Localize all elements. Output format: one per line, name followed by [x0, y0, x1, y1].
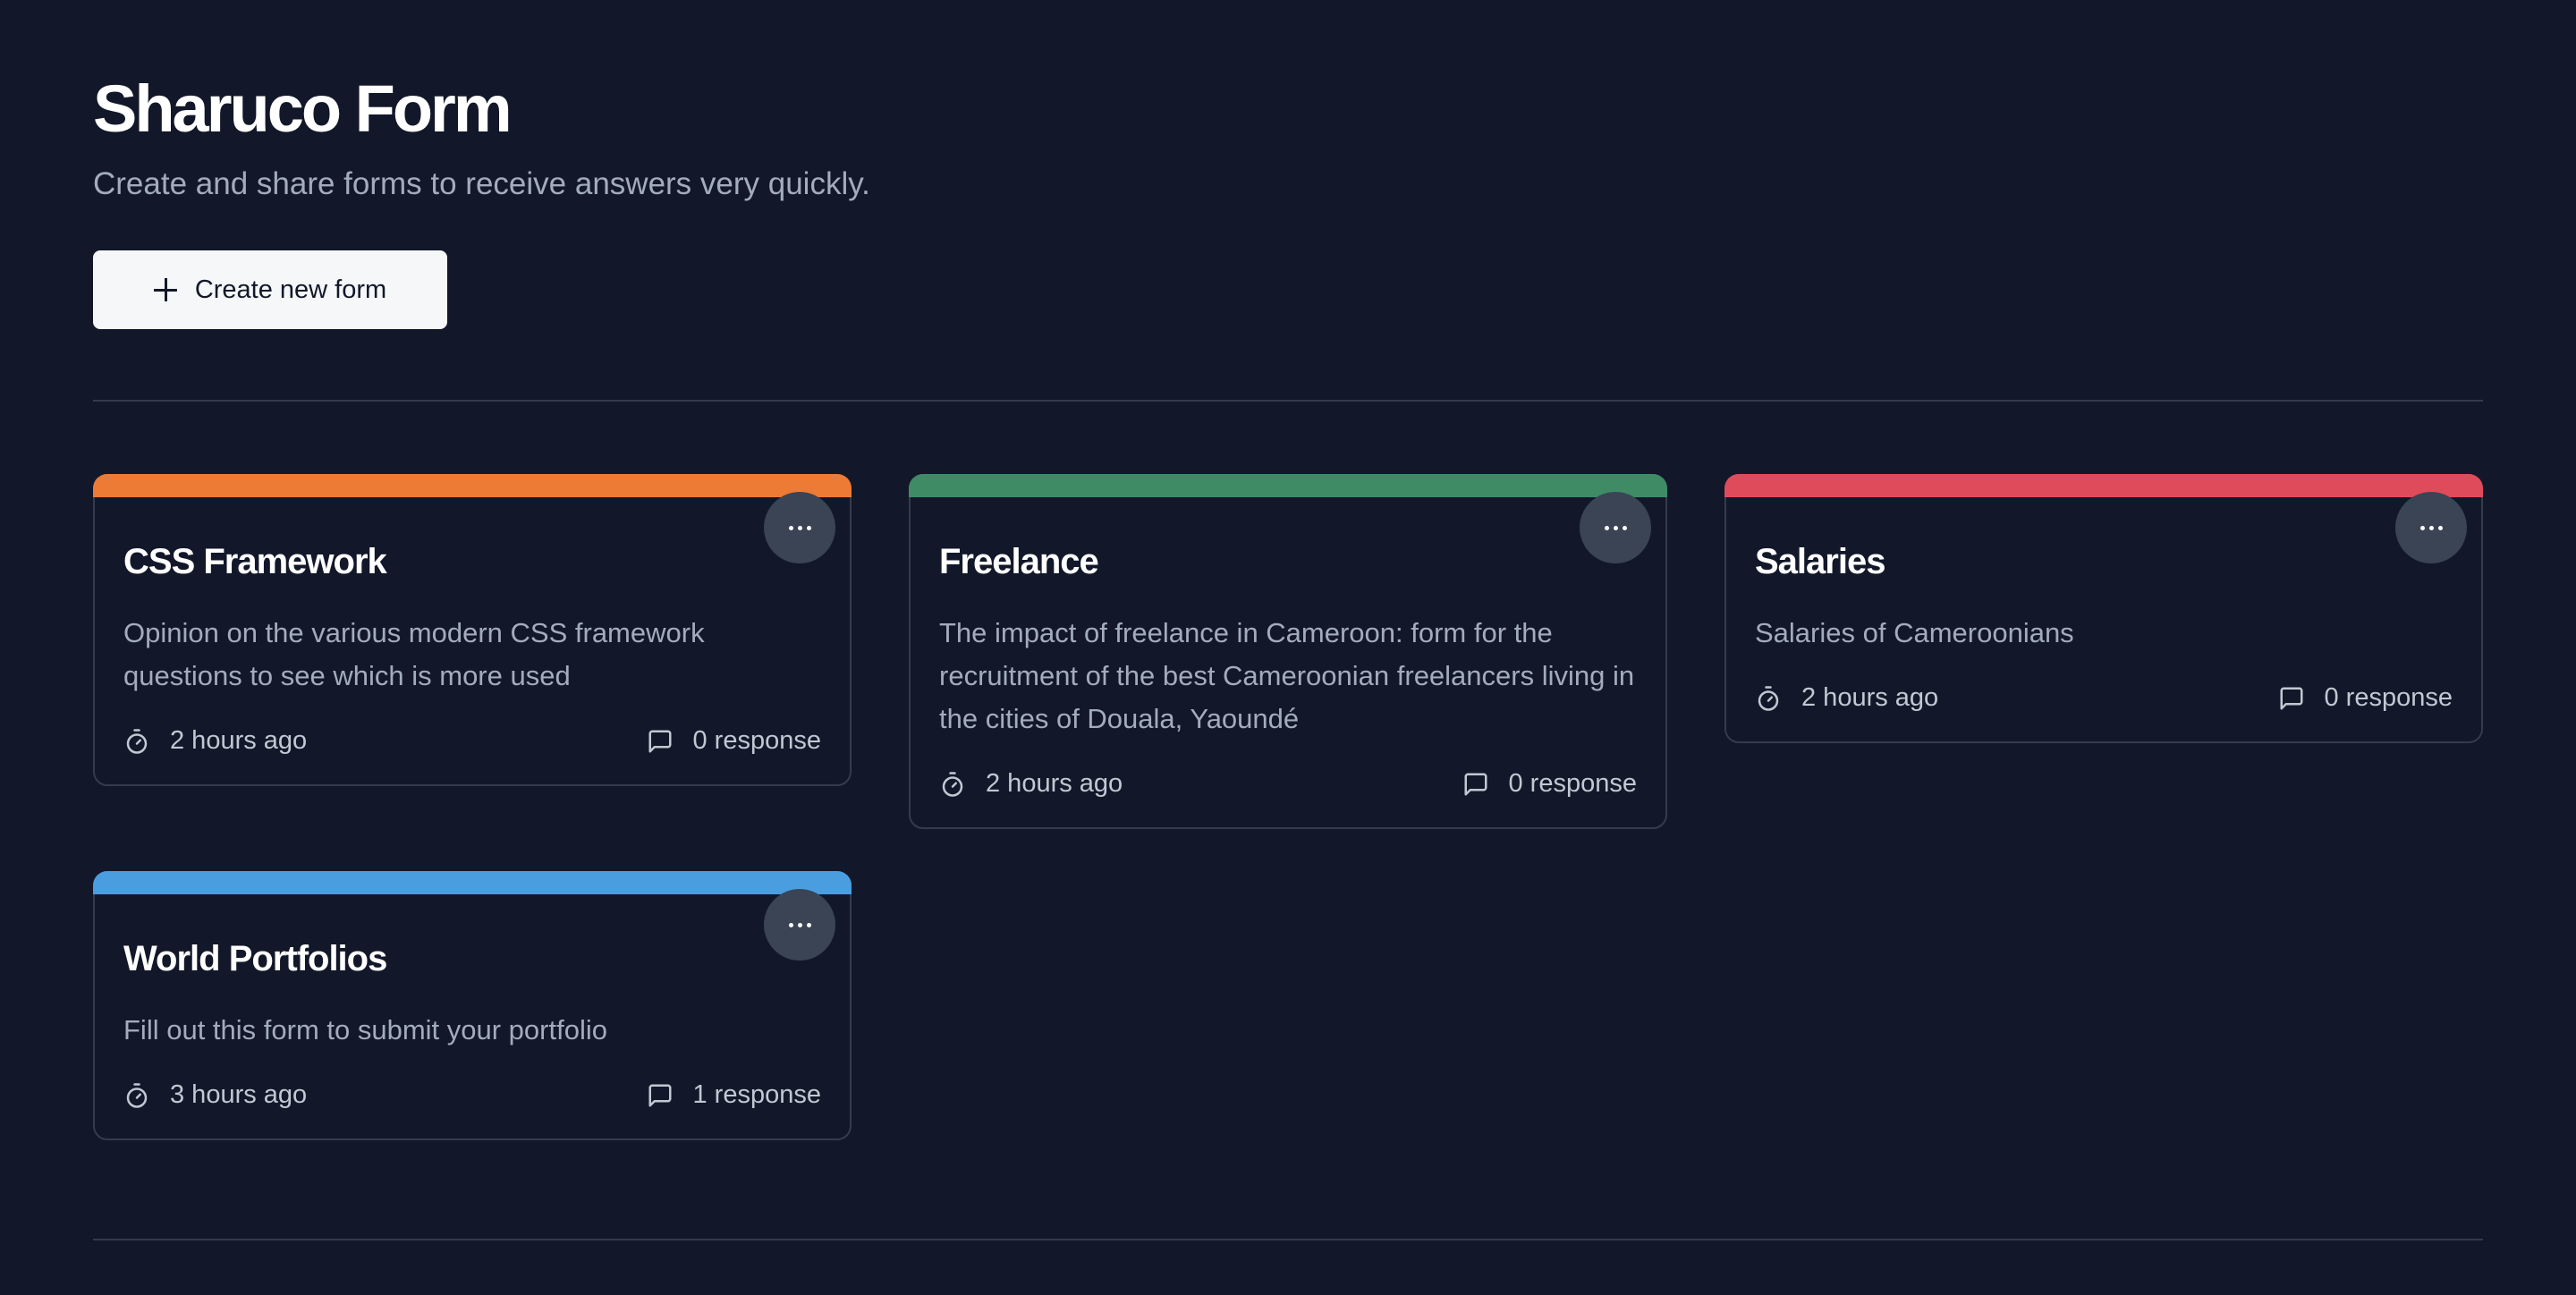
card-accent-bar: [93, 474, 852, 497]
card-description: The impact of freelance in Cameroon: for…: [939, 617, 1635, 734]
message-square-icon: [648, 730, 671, 752]
card-time-label: 2 hours ago: [1801, 683, 1939, 712]
create-new-form-label: Create new form: [194, 275, 387, 304]
card-responses-label: 0 response: [1508, 769, 1638, 798]
top-divider: [93, 400, 2483, 402]
card-accent-bar: [909, 474, 1667, 497]
card-title: CSS Framework: [123, 542, 387, 581]
more-horizontal-icon: [2419, 525, 2443, 530]
card-responses: 0 response: [647, 726, 822, 756]
card-responses: 1 response: [647, 1080, 822, 1110]
card-time-label: 3 hours ago: [170, 1080, 308, 1109]
message-square-icon: [2280, 687, 2302, 709]
stopwatch-icon: [942, 771, 963, 797]
card-menu-button[interactable]: [1580, 492, 1651, 563]
card-title: Freelance: [939, 542, 1099, 581]
create-new-form-button[interactable]: Create new form: [93, 250, 447, 329]
form-card[interactable]: Freelance The impact of freelance in Cam…: [909, 474, 1667, 829]
card-accent-bar: [1724, 474, 2483, 497]
card-menu-button[interactable]: [764, 492, 835, 563]
card-description: Salaries of Cameroonians: [1755, 617, 2074, 648]
more-horizontal-icon: [1604, 525, 1627, 530]
card-accent-bar: [93, 871, 852, 894]
page-subtitle: Create and share forms to receive answer…: [93, 166, 870, 201]
card-menu-button[interactable]: [764, 889, 835, 961]
stopwatch-icon: [126, 728, 148, 754]
card-time-label: 2 hours ago: [170, 726, 308, 755]
card-description: Fill out this form to submit your portfo…: [123, 1014, 607, 1045]
page-title: Sharuco Form: [93, 72, 513, 146]
card-responses: 0 response: [1462, 769, 1638, 799]
card-time: 2 hours ago: [939, 769, 1123, 799]
page-header: Sharuco Form Create and share forms to r…: [93, 72, 2483, 204]
message-square-icon: [1464, 773, 1487, 795]
stopwatch-icon: [1758, 685, 1779, 711]
card-title: Salaries: [1755, 542, 1885, 581]
bottom-divider: [93, 1239, 2483, 1240]
more-horizontal-icon: [788, 525, 811, 530]
card-responses: 0 response: [2278, 683, 2453, 713]
card-time: 2 hours ago: [1755, 683, 1938, 713]
plus-icon: [153, 278, 177, 301]
card-responses-label: 0 response: [2324, 683, 2453, 712]
form-card[interactable]: CSS Framework Opinion on the various mod…: [93, 474, 852, 786]
more-horizontal-icon: [788, 922, 811, 927]
form-card[interactable]: Salaries Salaries of Cameroonians 2 hour…: [1724, 474, 2483, 743]
card-responses-label: 0 response: [692, 726, 822, 755]
card-description: Opinion on the various modern CSS framew…: [123, 617, 705, 691]
card-menu-button[interactable]: [2395, 492, 2467, 563]
card-time-label: 2 hours ago: [986, 769, 1123, 798]
stopwatch-icon: [126, 1082, 148, 1108]
form-card[interactable]: World Portfolios Fill out this form to s…: [93, 871, 852, 1140]
card-title: World Portfolios: [123, 939, 387, 978]
message-square-icon: [648, 1084, 671, 1106]
card-time: 2 hours ago: [123, 726, 307, 756]
card-time: 3 hours ago: [123, 1080, 307, 1110]
card-responses-label: 1 response: [692, 1080, 822, 1109]
